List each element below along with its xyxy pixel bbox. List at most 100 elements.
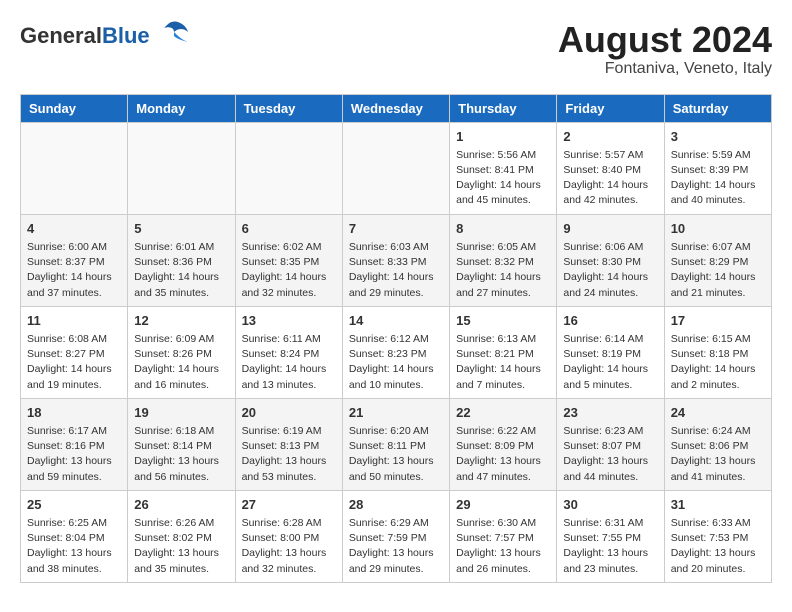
day-info: Sunrise: 6:17 AM Sunset: 8:16 PM Dayligh… <box>27 424 121 485</box>
day-number: 11 <box>27 312 121 330</box>
day-info: Sunrise: 6:22 AM Sunset: 8:09 PM Dayligh… <box>456 424 550 485</box>
calendar-cell: 3 Sunrise: 5:59 AM Sunset: 8:39 PM Daylig… <box>664 122 771 214</box>
calendar-week-2: 4 Sunrise: 6:00 AM Sunset: 8:37 PM Daylig… <box>21 214 772 306</box>
calendar-cell: 12Sunrise: 6:09 AM Sunset: 8:26 PM Dayli… <box>128 306 235 398</box>
calendar-cell: 27 Sunrise: 6:28 AM Sunset: 8:00 PM Dayli… <box>235 490 342 582</box>
logo-bird-icon <box>154 18 190 52</box>
day-info: Sunrise: 6:06 AM Sunset: 8:30 PM Dayligh… <box>563 240 657 301</box>
day-number: 5 <box>134 220 228 238</box>
weekday-header-monday: Monday <box>128 94 235 122</box>
day-number: 20 <box>242 404 336 422</box>
day-info: Sunrise: 6:23 AM Sunset: 8:07 PM Dayligh… <box>563 424 657 485</box>
day-info: Sunrise: 6:08 AM Sunset: 8:27 PM Dayligh… <box>27 332 121 393</box>
day-number: 24 <box>671 404 765 422</box>
header-row: SundayMondayTuesdayWednesdayThursdayFrid… <box>21 94 772 122</box>
logo: GeneralBlue <box>20 20 190 52</box>
calendar-cell <box>21 122 128 214</box>
calendar-week-5: 25Sunrise: 6:25 AM Sunset: 8:04 PM Dayli… <box>21 490 772 582</box>
day-info: Sunrise: 6:02 AM Sunset: 8:35 PM Dayligh… <box>242 240 336 301</box>
day-info: Sunrise: 6:31 AM Sunset: 7:55 PM Dayligh… <box>563 516 657 577</box>
day-number: 6 <box>242 220 336 238</box>
calendar-cell: 30 Sunrise: 6:31 AM Sunset: 7:55 PM Dayli… <box>557 490 664 582</box>
calendar-table: SundayMondayTuesdayWednesdayThursdayFrid… <box>20 94 772 583</box>
day-number: 31 <box>671 496 765 514</box>
weekday-header-sunday: Sunday <box>21 94 128 122</box>
calendar-cell: 19Sunrise: 6:18 AM Sunset: 8:14 PM Dayli… <box>128 398 235 490</box>
day-number: 23 <box>563 404 657 422</box>
weekday-header-wednesday: Wednesday <box>342 94 449 122</box>
calendar-cell: 18 Sunrise: 6:17 AM Sunset: 8:16 PM Dayli… <box>21 398 128 490</box>
calendar-cell <box>128 122 235 214</box>
day-number: 13 <box>242 312 336 330</box>
calendar-week-4: 18 Sunrise: 6:17 AM Sunset: 8:16 PM Dayli… <box>21 398 772 490</box>
day-info: Sunrise: 6:01 AM Sunset: 8:36 PM Dayligh… <box>134 240 228 301</box>
day-number: 16 <box>563 312 657 330</box>
day-number: 28 <box>349 496 443 514</box>
day-number: 1 <box>456 128 550 146</box>
day-info: Sunrise: 6:12 AM Sunset: 8:23 PM Dayligh… <box>349 332 443 393</box>
calendar-week-3: 11 Sunrise: 6:08 AM Sunset: 8:27 PM Dayli… <box>21 306 772 398</box>
day-number: 19 <box>134 404 228 422</box>
weekday-header-tuesday: Tuesday <box>235 94 342 122</box>
day-info: Sunrise: 6:14 AM Sunset: 8:19 PM Dayligh… <box>563 332 657 393</box>
calendar-cell: 5 Sunrise: 6:01 AM Sunset: 8:36 PM Daylig… <box>128 214 235 306</box>
calendar-cell: 13 Sunrise: 6:11 AM Sunset: 8:24 PM Dayli… <box>235 306 342 398</box>
day-number: 27 <box>242 496 336 514</box>
calendar-cell: 8 Sunrise: 6:05 AM Sunset: 8:32 PM Daylig… <box>450 214 557 306</box>
title-section: August 2024 Fontaniva, Veneto, Italy <box>558 20 772 78</box>
day-number: 25 <box>27 496 121 514</box>
weekday-header-saturday: Saturday <box>664 94 771 122</box>
day-info: Sunrise: 6:30 AM Sunset: 7:57 PM Dayligh… <box>456 516 550 577</box>
day-number: 8 <box>456 220 550 238</box>
calendar-cell: 31Sunrise: 6:33 AM Sunset: 7:53 PM Dayli… <box>664 490 771 582</box>
calendar-cell: 9 Sunrise: 6:06 AM Sunset: 8:30 PM Daylig… <box>557 214 664 306</box>
calendar-cell: 17Sunrise: 6:15 AM Sunset: 8:18 PM Dayli… <box>664 306 771 398</box>
day-info: Sunrise: 6:24 AM Sunset: 8:06 PM Dayligh… <box>671 424 765 485</box>
calendar-cell <box>235 122 342 214</box>
calendar-cell: 16 Sunrise: 6:14 AM Sunset: 8:19 PM Dayli… <box>557 306 664 398</box>
calendar-cell: 24 Sunrise: 6:24 AM Sunset: 8:06 PM Dayli… <box>664 398 771 490</box>
calendar-cell: 1 Sunrise: 5:56 AM Sunset: 8:41 PM Daylig… <box>450 122 557 214</box>
day-info: Sunrise: 6:11 AM Sunset: 8:24 PM Dayligh… <box>242 332 336 393</box>
calendar-cell: 11 Sunrise: 6:08 AM Sunset: 8:27 PM Dayli… <box>21 306 128 398</box>
day-number: 26 <box>134 496 228 514</box>
calendar-cell: 25Sunrise: 6:25 AM Sunset: 8:04 PM Dayli… <box>21 490 128 582</box>
day-number: 17 <box>671 312 765 330</box>
day-number: 22 <box>456 404 550 422</box>
calendar-cell: 28 Sunrise: 6:29 AM Sunset: 7:59 PM Dayli… <box>342 490 449 582</box>
day-number: 4 <box>27 220 121 238</box>
calendar-cell: 21 Sunrise: 6:20 AM Sunset: 8:11 PM Dayli… <box>342 398 449 490</box>
day-info: Sunrise: 6:00 AM Sunset: 8:37 PM Dayligh… <box>27 240 121 301</box>
day-number: 2 <box>563 128 657 146</box>
calendar-cell: 6 Sunrise: 6:02 AM Sunset: 8:35 PM Daylig… <box>235 214 342 306</box>
day-info: Sunrise: 6:13 AM Sunset: 8:21 PM Dayligh… <box>456 332 550 393</box>
day-info: Sunrise: 6:05 AM Sunset: 8:32 PM Dayligh… <box>456 240 550 301</box>
calendar-cell: 26 Sunrise: 6:26 AM Sunset: 8:02 PM Dayli… <box>128 490 235 582</box>
day-number: 3 <box>671 128 765 146</box>
calendar-cell: 4 Sunrise: 6:00 AM Sunset: 8:37 PM Daylig… <box>21 214 128 306</box>
day-number: 21 <box>349 404 443 422</box>
calendar-cell: 23 Sunrise: 6:23 AM Sunset: 8:07 PM Dayli… <box>557 398 664 490</box>
day-number: 10 <box>671 220 765 238</box>
day-info: Sunrise: 6:09 AM Sunset: 8:26 PM Dayligh… <box>134 332 228 393</box>
day-info: Sunrise: 6:26 AM Sunset: 8:02 PM Dayligh… <box>134 516 228 577</box>
day-info: Sunrise: 6:28 AM Sunset: 8:00 PM Dayligh… <box>242 516 336 577</box>
day-info: Sunrise: 6:29 AM Sunset: 7:59 PM Dayligh… <box>349 516 443 577</box>
day-number: 15 <box>456 312 550 330</box>
logo-blue: Blue <box>102 23 150 48</box>
calendar-cell: 2Sunrise: 5:57 AM Sunset: 8:40 PM Daylig… <box>557 122 664 214</box>
day-info: Sunrise: 5:59 AM Sunset: 8:39 PM Dayligh… <box>671 148 765 209</box>
day-number: 30 <box>563 496 657 514</box>
day-number: 18 <box>27 404 121 422</box>
calendar-cell: 14Sunrise: 6:12 AM Sunset: 8:23 PM Dayli… <box>342 306 449 398</box>
calendar-cell: 20Sunrise: 6:19 AM Sunset: 8:13 PM Dayli… <box>235 398 342 490</box>
calendar-cell: 29Sunrise: 6:30 AM Sunset: 7:57 PM Dayli… <box>450 490 557 582</box>
month-title: August 2024 <box>558 20 772 60</box>
day-info: Sunrise: 5:56 AM Sunset: 8:41 PM Dayligh… <box>456 148 550 209</box>
page-header: GeneralBlue August 2024 Fontaniva, Venet… <box>20 20 772 78</box>
location-title: Fontaniva, Veneto, Italy <box>558 60 772 78</box>
day-info: Sunrise: 6:03 AM Sunset: 8:33 PM Dayligh… <box>349 240 443 301</box>
day-info: Sunrise: 6:20 AM Sunset: 8:11 PM Dayligh… <box>349 424 443 485</box>
logo-general: General <box>20 23 102 48</box>
day-number: 9 <box>563 220 657 238</box>
